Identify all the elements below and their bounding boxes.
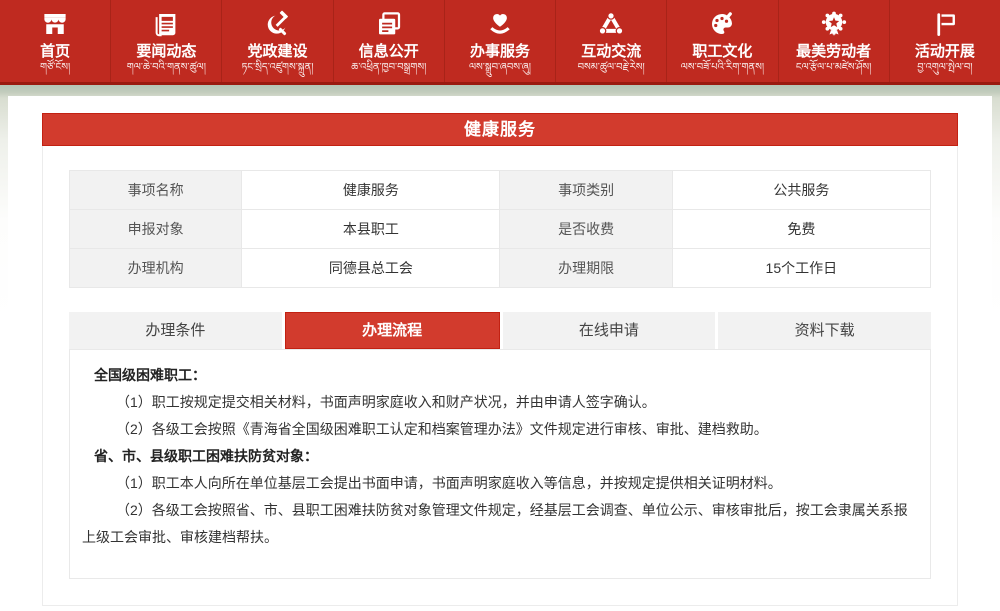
nav-label: 办事服务 bbox=[470, 42, 530, 61]
flag-icon bbox=[930, 6, 960, 42]
tab-downloads[interactable]: 资料下载 bbox=[718, 312, 931, 349]
info-value-agency: 同德县总工会 bbox=[242, 249, 500, 288]
nav-label: 首页 bbox=[40, 42, 70, 61]
nav-tibetan-label: ཆ་འཕྲིན་ཁྱབ་བསྒྲགས། bbox=[351, 61, 426, 74]
info-value-deadline: 15个工作日 bbox=[672, 249, 930, 288]
nav-tibetan-label: གལ་ཆེ་བའི་གནས་ཚུལ། bbox=[127, 61, 206, 74]
info-label-agency: 办理机构 bbox=[70, 249, 242, 288]
tab-online-apply[interactable]: 在线申请 bbox=[503, 312, 716, 349]
info-label-item-category: 事项类别 bbox=[500, 171, 672, 210]
info-value-fee: 免费 bbox=[672, 210, 930, 249]
info-value-item-category: 公共服务 bbox=[672, 171, 930, 210]
main-panel: 健康服务 事项名称 健康服务 事项类别 公共服务 申报对象 本县职工 是否收费 … bbox=[8, 96, 992, 611]
nav-tibetan-label: ལས་སྒྲུབ་ཞབས་ཞུ། bbox=[469, 61, 531, 74]
tab-conditions[interactable]: 办理条件 bbox=[69, 312, 282, 349]
section-heading-provincial: 省、市、县级职工困难扶防贫对象： bbox=[82, 443, 918, 470]
nav-tibetan-label: གཙོ་ངོས། bbox=[40, 61, 70, 74]
home-icon bbox=[40, 6, 70, 42]
process-content: 全国级困难职工： （1）职工按规定提交相关材料，书面声明家庭收入和财产状况，并由… bbox=[69, 349, 931, 579]
info-label-deadline: 办理期限 bbox=[500, 249, 672, 288]
nav-tibetan-label: བསམ་ཚུལ་བརྗེ་རེས། bbox=[578, 61, 645, 74]
process-step: （1）职工本人向所在单位基层工会提出书面申请，书面声明家庭收入等信息，并按规定提… bbox=[82, 470, 918, 497]
info-value-applicant: 本县职工 bbox=[242, 210, 500, 249]
nav-tibetan-label: ལས་བཟོ་པའི་རིག་གནས། bbox=[681, 61, 764, 74]
documents-icon bbox=[374, 6, 404, 42]
info-label-fee: 是否收费 bbox=[500, 210, 672, 249]
info-value-item-name: 健康服务 bbox=[242, 171, 500, 210]
process-step: （2）各级工会按照《青海省全国级困难职工认定和档案管理办法》文件规定进行审核、审… bbox=[82, 416, 918, 443]
process-step: （2）各级工会按照省、市、县职工困难扶防贫对象管理文件规定，经基层工会调查、单位… bbox=[82, 497, 918, 551]
info-label-item-name: 事项名称 bbox=[70, 171, 242, 210]
main-navigation: 首页 གཙོ་ངོས། 要闻动态 གལ་ཆེ་བའི་གནས་ཚུལ། bbox=[0, 0, 1000, 85]
service-detail-container: 健康服务 事项名称 健康服务 事项类别 公共服务 申报对象 本县职工 是否收费 … bbox=[42, 113, 958, 606]
palette-icon bbox=[707, 6, 737, 42]
nav-item-best-laborer[interactable]: 最美劳动者 ངལ་རྩོལ་པ་མཛེས་ཤོས། bbox=[779, 0, 890, 82]
nav-tibetan-label: བྱ་འགུལ་སྤེལ་བ། bbox=[917, 61, 972, 74]
process-step: （1）职工按规定提交相关材料，书面声明家庭收入和财产状况，并由申请人签字确认。 bbox=[82, 389, 918, 416]
share-network-icon bbox=[596, 6, 626, 42]
nav-item-interaction[interactable]: 互动交流 བསམ་ཚུལ་བརྗེ་རེས། bbox=[556, 0, 667, 82]
party-emblem-icon bbox=[263, 6, 293, 42]
medal-icon bbox=[819, 6, 849, 42]
table-row: 办理机构 同德县总工会 办理期限 15个工作日 bbox=[70, 249, 931, 288]
nav-item-services[interactable]: 办事服务 ལས་སྒྲུབ་ཞབས་ཞུ། bbox=[445, 0, 556, 82]
nav-label: 党政建设 bbox=[248, 42, 308, 61]
nav-item-worker-culture[interactable]: 职工文化 ལས་བཟོ་པའི་རིག་གནས། bbox=[667, 0, 778, 82]
nav-item-activities[interactable]: 活动开展 བྱ་འགུལ་སྤེལ་བ། bbox=[890, 0, 1000, 82]
nav-tibetan-label: ཏང་སྲིད་འཛུགས་སྐྲུན། bbox=[242, 61, 314, 74]
nav-item-party-building[interactable]: 党政建设 ཏང་སྲིད་འཛུགས་སྐྲུན། bbox=[222, 0, 333, 82]
nav-label: 要闻动态 bbox=[136, 42, 196, 61]
table-row: 事项名称 健康服务 事项类别 公共服务 bbox=[70, 171, 931, 210]
detail-tabs: 办理条件 办理流程 在线申请 资料下载 bbox=[69, 312, 931, 349]
nav-label: 最美劳动者 bbox=[796, 42, 871, 61]
nav-label: 信息公开 bbox=[359, 42, 419, 61]
nav-label: 互动交流 bbox=[581, 42, 641, 61]
tab-process[interactable]: 办理流程 bbox=[285, 312, 500, 349]
nav-label: 职工文化 bbox=[692, 42, 752, 61]
page-title: 健康服务 bbox=[42, 113, 958, 146]
nav-label: 活动开展 bbox=[915, 42, 975, 61]
service-info-table: 事项名称 健康服务 事项类别 公共服务 申报对象 本县职工 是否收费 免费 办理… bbox=[69, 170, 931, 288]
news-icon bbox=[151, 6, 181, 42]
nav-tibetan-label: ངལ་རྩོལ་པ་མཛེས་ཤོས། bbox=[796, 61, 871, 74]
nav-item-home[interactable]: 首页 གཙོ་ངོས། bbox=[0, 0, 111, 82]
section-heading-national: 全国级困难职工： bbox=[82, 362, 918, 389]
heart-hand-icon bbox=[485, 6, 515, 42]
nav-item-info-disclosure[interactable]: 信息公开 ཆ་འཕྲིན་ཁྱབ་བསྒྲགས། bbox=[334, 0, 445, 82]
info-label-applicant: 申报对象 bbox=[70, 210, 242, 249]
nav-item-news[interactable]: 要闻动态 གལ་ཆེ་བའི་གནས་ཚུལ། bbox=[111, 0, 222, 82]
table-row: 申报对象 本县职工 是否收费 免费 bbox=[70, 210, 931, 249]
